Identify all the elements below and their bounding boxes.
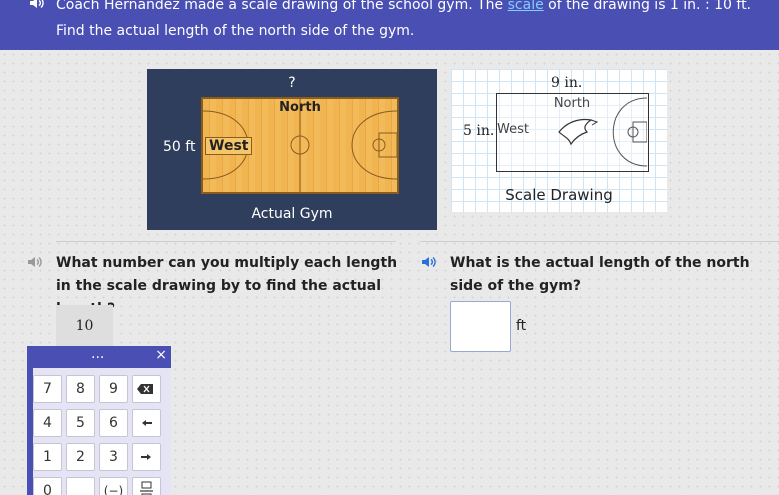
gym-north-label: North bbox=[279, 100, 321, 115]
problem-text-line1: Coach Hernández made a scale drawing of … bbox=[56, 0, 751, 16]
backspace-icon bbox=[137, 384, 153, 394]
scale-drawing-caption: Scale Drawing bbox=[505, 186, 613, 204]
drawing-north-label: North bbox=[553, 96, 591, 111]
drawing-side-length: 5 in. bbox=[463, 123, 495, 139]
number-keypad: ... × 7 8 9 4 5 6 1 2 3 0 (−) bbox=[27, 346, 171, 495]
speaker-icon[interactable] bbox=[420, 253, 438, 271]
actual-gym-caption: Actual Gym bbox=[251, 206, 333, 222]
left-arrow-icon bbox=[142, 420, 152, 426]
question-actual-length: What is the actual length of the north s… bbox=[422, 252, 770, 298]
fraction-key[interactable] bbox=[132, 477, 161, 495]
unit-label: ft bbox=[516, 318, 527, 334]
gym-west-label: West bbox=[205, 137, 253, 155]
key-negative[interactable]: (−) bbox=[99, 477, 128, 495]
unknown-length-label: ? bbox=[288, 75, 296, 91]
key-3[interactable]: 3 bbox=[99, 443, 128, 471]
divider-left bbox=[56, 241, 396, 242]
key-decimal[interactable] bbox=[66, 477, 95, 495]
eagle-mascot-icon bbox=[558, 118, 599, 146]
problem-header: Coach Hernández made a scale drawing of … bbox=[0, 0, 779, 50]
problem-text-line2: Find the actual length of the north side… bbox=[56, 23, 415, 39]
actual-gym-figure: ? 50 ft North West Actual Gym bbox=[147, 69, 437, 230]
key-6[interactable]: 6 bbox=[99, 409, 128, 437]
drawing-rectangle: North West bbox=[496, 93, 649, 172]
speaker-icon[interactable] bbox=[26, 253, 44, 271]
right-arrow-key[interactable] bbox=[132, 443, 161, 471]
key-9[interactable]: 9 bbox=[99, 375, 128, 403]
actual-length-input[interactable] bbox=[450, 301, 511, 352]
key-2[interactable]: 2 bbox=[66, 443, 95, 471]
backspace-key[interactable] bbox=[132, 375, 161, 403]
speaker-icon[interactable] bbox=[28, 0, 46, 12]
close-keypad-button[interactable]: × bbox=[155, 347, 167, 363]
keypad-title-bar: ... × bbox=[27, 346, 171, 368]
multiplier-answer: 10 bbox=[56, 305, 113, 346]
key-5[interactable]: 5 bbox=[66, 409, 95, 437]
scale-glossary-link[interactable]: scale bbox=[508, 0, 544, 13]
key-0[interactable]: 0 bbox=[33, 477, 62, 495]
fraction-icon bbox=[140, 481, 153, 495]
left-arrow-key[interactable] bbox=[132, 409, 161, 437]
drawing-west-label: West bbox=[497, 122, 529, 137]
key-7[interactable]: 7 bbox=[33, 375, 62, 403]
key-1[interactable]: 1 bbox=[33, 443, 62, 471]
basketball-court: North West bbox=[201, 97, 399, 194]
divider-right bbox=[420, 241, 779, 242]
drawing-top-length: 9 in. bbox=[551, 75, 583, 91]
scale-drawing-figure: 9 in. 5 in. North West Scale Drawing bbox=[451, 69, 667, 212]
key-8[interactable]: 8 bbox=[66, 375, 95, 403]
right-arrow-icon bbox=[141, 454, 151, 460]
gym-side-length: 50 ft bbox=[163, 139, 196, 155]
more-options-icon[interactable]: ... bbox=[91, 346, 104, 362]
key-4[interactable]: 4 bbox=[33, 409, 62, 437]
